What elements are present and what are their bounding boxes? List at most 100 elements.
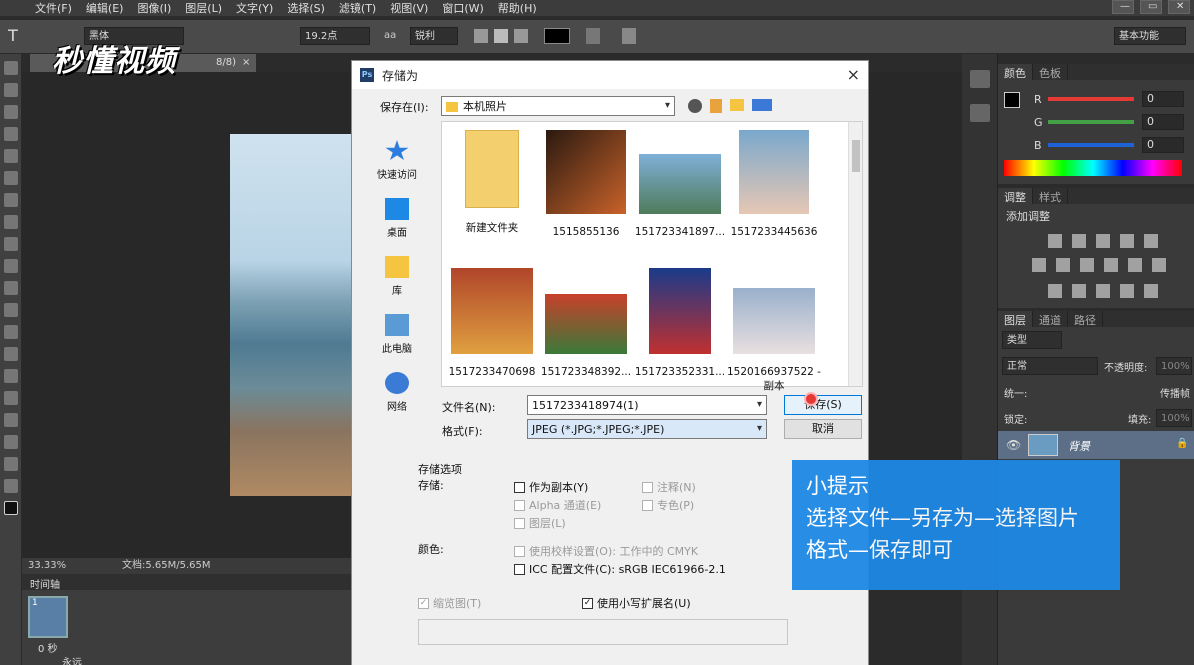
timeline-tab[interactable]: 时间轴 [30, 576, 60, 591]
file-item[interactable]: 151723341897... [632, 130, 728, 238]
foreground-color[interactable] [1004, 92, 1020, 108]
cancel-button[interactable]: 取消 [784, 419, 862, 439]
crop-tool-icon[interactable] [4, 149, 18, 163]
doc-tab-close-icon[interactable]: × [242, 54, 250, 72]
proof-setup-checkbox[interactable]: 使用校样设置(O): 工作中的 CMYK [514, 543, 698, 559]
anti-alias-select[interactable]: 锐利 [410, 27, 458, 45]
layers-checkbox[interactable]: 图层(L) [514, 515, 566, 531]
file-item[interactable]: 1520166937522 - 副本 [726, 268, 822, 393]
menu-file[interactable]: 文件(F) [28, 0, 79, 16]
selective-color-icon[interactable] [1120, 284, 1134, 298]
tab-paths[interactable]: 路径 [1068, 311, 1103, 327]
tab-layers[interactable]: 图层 [998, 311, 1033, 327]
as-copy-checkbox[interactable]: 作为副本(Y) [514, 479, 588, 495]
align-right-icon[interactable] [514, 29, 528, 43]
color-swatches-icon[interactable] [4, 501, 18, 515]
b-slider[interactable] [1048, 143, 1134, 147]
file-item[interactable]: 1515855136 [538, 130, 634, 238]
blur-tool-icon[interactable] [4, 325, 18, 339]
up-folder-icon[interactable] [710, 99, 722, 113]
format-select[interactable]: JPEG (*.JPG;*.JPEG;*.JPE) ▾ [527, 419, 767, 439]
lasso-tool-icon[interactable] [4, 105, 18, 119]
menu-help[interactable]: 帮助(H) [491, 0, 544, 16]
file-item[interactable]: 151723352331... [632, 268, 728, 378]
quick-select-tool-icon[interactable] [4, 127, 18, 141]
path-select-tool-icon[interactable] [4, 413, 18, 427]
font-size-select[interactable]: 19.2点 [300, 27, 370, 45]
healing-tool-icon[interactable] [4, 193, 18, 207]
eyedropper-tool-icon[interactable] [4, 171, 18, 185]
pen-tool-icon[interactable] [4, 369, 18, 383]
hue-icon[interactable] [1032, 258, 1046, 272]
opacity-field[interactable]: 100% [1156, 357, 1192, 375]
loop-select[interactable]: 永远 [62, 654, 82, 665]
place-network[interactable]: 网络 [366, 357, 428, 415]
spot-checkbox[interactable]: 专色(P) [642, 497, 694, 513]
menu-select[interactable]: 选择(S) [280, 0, 332, 16]
balance-icon[interactable] [1056, 258, 1070, 272]
brush-tool-icon[interactable] [4, 215, 18, 229]
dodge-tool-icon[interactable] [4, 347, 18, 361]
maximize-button[interactable]: ▭ [1140, 0, 1162, 14]
layer-name[interactable]: 背景 [1068, 438, 1090, 454]
exposure-icon[interactable] [1120, 234, 1134, 248]
color-spectrum[interactable] [1004, 160, 1182, 176]
tab-adjustments[interactable]: 调整 [998, 188, 1033, 204]
character-panel-icon[interactable] [622, 28, 636, 44]
menu-layer[interactable]: 图层(L) [178, 0, 229, 16]
canvas-photo[interactable] [230, 134, 352, 496]
alpha-checkbox[interactable]: Alpha 通道(E) [514, 497, 601, 513]
align-center-icon[interactable] [494, 29, 508, 43]
notes-checkbox[interactable]: 注释(N) [642, 479, 696, 495]
place-quick-access[interactable]: 快速访问 [366, 125, 428, 183]
tab-swatches[interactable]: 色板 [1033, 64, 1068, 80]
file-list-scrollbar[interactable] [848, 122, 862, 386]
tab-color[interactable]: 颜色 [998, 64, 1033, 80]
posterize-icon[interactable] [1072, 284, 1086, 298]
file-item[interactable]: 151723348392... [538, 268, 634, 378]
layer-row-background[interactable]: 👁 背景 🔒 [998, 431, 1194, 459]
brightness-icon[interactable] [1048, 234, 1062, 248]
blend-mode-select[interactable]: 正常 [1002, 357, 1098, 375]
dialog-close-button[interactable]: × [847, 65, 860, 84]
menu-window[interactable]: 窗口(W) [435, 0, 490, 16]
properties-panel-icon[interactable] [970, 104, 990, 122]
bw-icon[interactable] [1080, 258, 1094, 272]
r-slider[interactable] [1048, 97, 1134, 101]
back-icon[interactable] [688, 99, 702, 113]
menu-filter[interactable]: 滤镜(T) [332, 0, 383, 16]
shape-tool-icon[interactable] [4, 435, 18, 449]
g-slider[interactable] [1048, 120, 1134, 124]
g-value[interactable]: 0 [1142, 114, 1184, 130]
close-window-button[interactable]: ✕ [1168, 0, 1190, 14]
text-color-swatch[interactable] [544, 28, 570, 44]
filename-input[interactable]: 1517233418974(1) ▾ [527, 395, 767, 415]
place-desktop[interactable]: 桌面 [366, 183, 428, 241]
menu-view[interactable]: 视图(V) [383, 0, 435, 16]
icc-profile-checkbox[interactable]: ICC 配置文件(C): sRGB IEC61966-2.1 [514, 561, 726, 577]
marquee-tool-icon[interactable] [4, 83, 18, 97]
tab-styles[interactable]: 样式 [1033, 188, 1068, 204]
file-item[interactable]: 1517233470698 [444, 268, 540, 378]
invert-icon[interactable] [1048, 284, 1062, 298]
view-menu-icon[interactable] [752, 99, 772, 111]
zoom-level[interactable]: 33.33% [28, 558, 66, 574]
curves-icon[interactable] [1096, 234, 1110, 248]
photo-filter-icon[interactable] [1104, 258, 1118, 272]
layer-filter-select[interactable]: 类型 [1002, 331, 1062, 349]
lookup-icon[interactable] [1152, 258, 1166, 272]
mixer-icon[interactable] [1128, 258, 1142, 272]
frame-delay[interactable]: 0 秒 [38, 640, 58, 655]
place-library[interactable]: 库 [366, 241, 428, 299]
new-folder-icon[interactable] [730, 99, 744, 111]
frame-thumbnail[interactable]: 1 [28, 596, 68, 638]
minimize-button[interactable]: — [1112, 0, 1134, 14]
stamp-tool-icon[interactable] [4, 237, 18, 251]
levels-icon[interactable] [1072, 234, 1086, 248]
warp-text-icon[interactable] [586, 28, 600, 44]
file-item[interactable]: 1517233445636 [726, 130, 822, 238]
fill-field[interactable]: 100% [1156, 409, 1192, 427]
save-button[interactable]: 保存(S) [784, 395, 862, 415]
workspace-select[interactable]: 基本功能 [1114, 27, 1186, 45]
thumbnail-checkbox[interactable]: ✓ 缩览图(T) [418, 595, 481, 611]
